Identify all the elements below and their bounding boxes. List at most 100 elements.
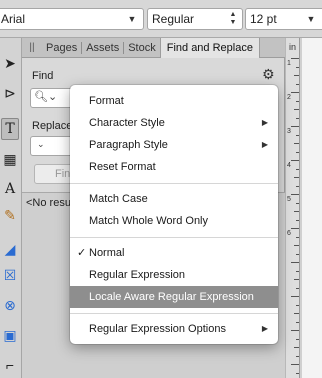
ruler-tick: [296, 253, 299, 255]
table-icon[interactable]: ▦: [0, 148, 20, 170]
ruler-tick: [296, 287, 299, 289]
ruler-tick: [296, 270, 299, 272]
ruler-tick: [294, 109, 299, 110]
crop-icon[interactable]: ⌐: [0, 354, 20, 376]
ellipse-frame-icon[interactable]: ⊗: [0, 294, 20, 316]
ruler-tick: [294, 279, 299, 280]
chevron-right-icon: ▶: [261, 324, 268, 333]
menu-item-label: Reset Format: [89, 161, 156, 173]
font-family-select[interactable]: Arial ▼: [0, 8, 144, 30]
font-family-value: Arial: [1, 12, 26, 26]
rect-frame-icon[interactable]: ☒: [0, 264, 20, 286]
tab-pages[interactable]: Pages: [42, 38, 81, 58]
ruler-tick: [296, 185, 299, 187]
ruler-tick: [296, 219, 299, 221]
paintbrush-icon[interactable]: ✎: [0, 204, 20, 226]
menu-item-normal[interactable]: ✓ Normal: [70, 242, 278, 264]
ruler-tick: [296, 66, 299, 68]
menu-separator: [70, 313, 278, 314]
page-canvas[interactable]: [302, 38, 322, 378]
menu-item-locale-aware-regex[interactable]: Locale Aware Regular Expression: [70, 286, 278, 308]
menu-item-label: Locale Aware Regular Expression: [89, 291, 254, 303]
tab-stock[interactable]: Stock: [123, 41, 160, 54]
move-arrow-icon[interactable]: ➤: [0, 52, 20, 74]
ruler-tick: [291, 58, 299, 59]
ruler-number: 2: [287, 94, 291, 101]
font-style-select[interactable]: Regular ▲ ▼: [147, 8, 243, 30]
ruler-number: 3: [287, 128, 291, 135]
ruler-tick: [291, 330, 299, 331]
gear-icon[interactable]: ⚙: [262, 66, 275, 83]
ruler-tick: [296, 338, 299, 340]
panel-grip-icon[interactable]: ||: [22, 42, 42, 53]
ruler-tick: [296, 117, 299, 119]
find-label: Find: [32, 70, 54, 82]
menu-item-format[interactable]: Format: [70, 90, 278, 112]
ruler-tick: [294, 245, 299, 246]
menu-item-regex-options[interactable]: Regular Expression Options ▶: [70, 318, 278, 340]
ruler-tick: [291, 126, 299, 127]
ruler-tick: [296, 151, 299, 153]
ruler-number: 6: [287, 230, 291, 237]
picture-frame-icon[interactable]: ▣: [0, 324, 20, 346]
ruler-tick: [294, 313, 299, 314]
ruler-tick: [294, 177, 299, 178]
tools-panel: ➤ ⊳ T ▦ A ✎ ◢ ☒ ⊗ ▣ ⌐: [0, 38, 22, 378]
menu-item-reset-format[interactable]: Reset Format: [70, 156, 278, 178]
fill-bucket-icon[interactable]: ◢: [0, 238, 20, 260]
ruler-tick: [296, 83, 299, 85]
ruler-number: 1: [287, 60, 291, 67]
font-size-field[interactable]: 12 pt ▼: [245, 8, 322, 30]
ruler-tick: [296, 321, 299, 323]
menu-item-match-case[interactable]: Match Case: [70, 188, 278, 210]
search-icon[interactable]: 🔍︎⌄: [34, 90, 57, 103]
chevron-right-icon: ▶: [261, 118, 268, 127]
menu-item-regular-expression[interactable]: Regular Expression: [70, 264, 278, 286]
ruler-tick: [294, 75, 299, 76]
menu-item-label: Match Whole Word Only: [89, 215, 209, 227]
chevron-down-icon[interactable]: ▼: [125, 9, 139, 29]
chevron-down-icon[interactable]: ⌄: [37, 139, 45, 150]
ruler-tick: [294, 143, 299, 144]
ruler-tick: [291, 364, 299, 365]
ruler-tick: [296, 236, 299, 238]
artistic-text-icon[interactable]: A: [0, 178, 20, 200]
menu-item-label: Paragraph Style: [89, 139, 168, 151]
ruler-tick: [296, 355, 299, 357]
menu-separator: [70, 183, 278, 184]
ruler-tick: [294, 347, 299, 348]
ruler-tick: [291, 228, 299, 229]
menu-item-match-whole-word[interactable]: Match Whole Word Only: [70, 210, 278, 232]
find-options-menu: Format Character Style ▶ Paragraph Style…: [70, 85, 278, 344]
chevron-right-icon: ▶: [261, 140, 268, 149]
menu-item-label: Normal: [89, 247, 125, 259]
ruler-number: 4: [287, 162, 291, 169]
panel-tabs: || Pages Assets Stock Find and Replace: [22, 37, 285, 58]
context-toolbar: Arial ▼ Regular ▲ ▼ 12 pt ▼: [0, 0, 322, 38]
menu-item-label: Match Case: [89, 193, 148, 205]
ruler-tick: [296, 134, 299, 136]
ruler-number: 5: [287, 196, 291, 203]
ruler-tick: [296, 168, 299, 170]
ruler-unit-label: in: [289, 42, 297, 52]
ruler-tick: [296, 202, 299, 204]
menu-item-paragraph-style[interactable]: Paragraph Style ▶: [70, 134, 278, 156]
ruler-tick: [291, 262, 299, 263]
font-size-value: 12 pt: [250, 12, 277, 26]
menu-item-label: Regular Expression Options: [89, 323, 226, 335]
chevron-down-icon[interactable]: ▼: [304, 9, 318, 29]
menu-item-character-style[interactable]: Character Style ▶: [70, 112, 278, 134]
ruler-tick: [296, 100, 299, 102]
ruler-tick: [291, 92, 299, 93]
menu-separator: [70, 237, 278, 238]
tab-assets[interactable]: Assets: [81, 41, 123, 54]
updown-arrows-icon[interactable]: ▲ ▼: [228, 11, 238, 27]
tab-find-and-replace[interactable]: Find and Replace: [159, 37, 260, 58]
ruler-tick: [291, 194, 299, 195]
frame-text-icon[interactable]: T: [1, 118, 19, 140]
replace-label: Replace: [32, 120, 73, 132]
node-tool-icon[interactable]: ⊳: [0, 82, 20, 104]
ruler-strip[interactable]: in 1 2 3 4 5 6: [286, 38, 300, 378]
ruler-tick: [296, 372, 299, 374]
ruler-tick: [296, 304, 299, 306]
